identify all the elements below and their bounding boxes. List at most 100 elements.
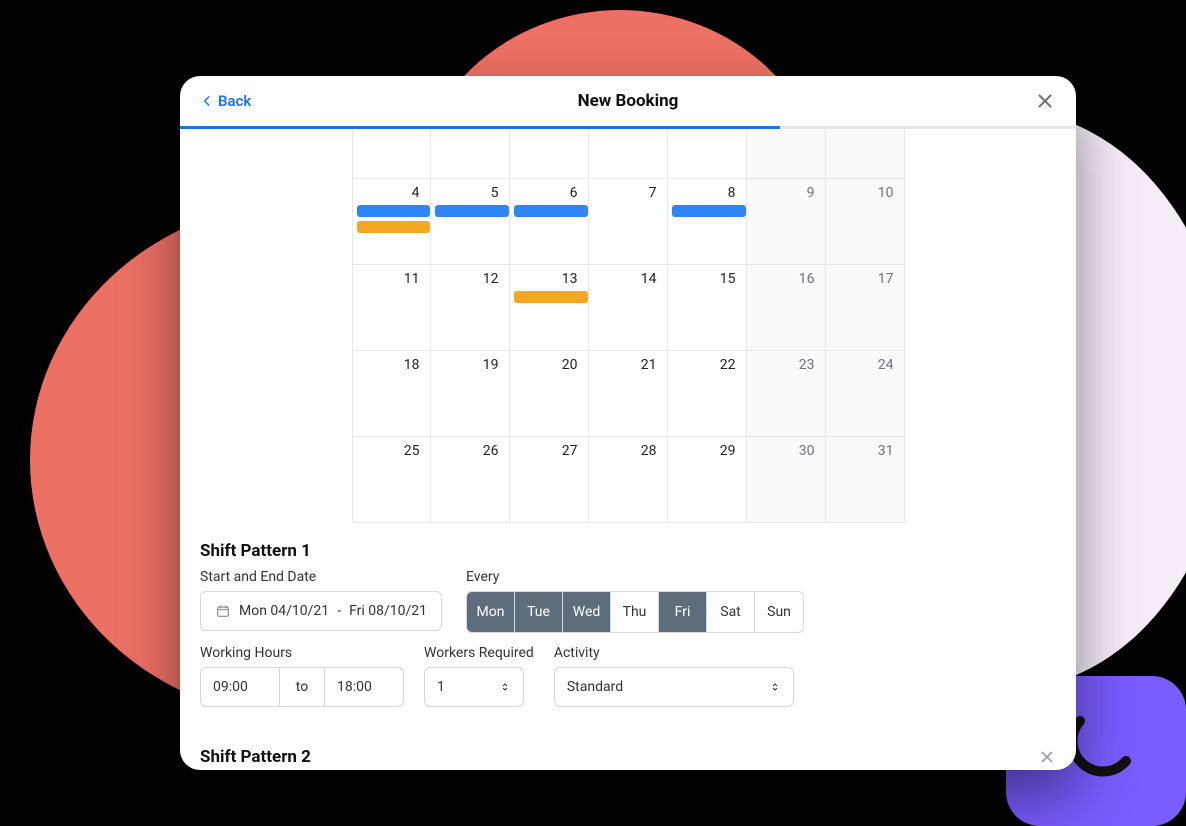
calendar-cell[interactable]: 15 [668, 265, 747, 351]
back-button[interactable]: Back [200, 92, 251, 110]
shift-pattern-2-title: Shift Pattern 2 [200, 747, 311, 767]
day-number: 18 [404, 357, 420, 373]
calendar-cell[interactable]: 21 [589, 351, 668, 437]
day-number: 21 [641, 357, 657, 373]
calendar-cell[interactable] [668, 129, 747, 179]
calendar-cell[interactable]: 18 [352, 351, 431, 437]
day-number: 7 [649, 185, 657, 201]
shift-pattern-1-title: Shift Pattern 1 [200, 541, 1056, 561]
day-number: 11 [404, 271, 420, 287]
remove-shift-pattern-2-button[interactable] [1038, 748, 1056, 766]
day-number: 5 [491, 185, 499, 201]
shift1-second-row: Working Hours 09:00 to 18:00 Workers Req… [200, 645, 1056, 707]
activity-value: Standard [567, 679, 623, 695]
activity-label: Activity [554, 645, 794, 661]
calendar-event-bar[interactable] [435, 205, 509, 217]
calendar-cell[interactable]: 22 [668, 351, 747, 437]
working-hours-field: Working Hours 09:00 to 18:00 [200, 645, 404, 707]
calendar-cell[interactable]: 20 [510, 351, 589, 437]
time-start-input[interactable]: 09:00 [200, 667, 280, 707]
calendar-cell[interactable]: 26 [431, 437, 510, 523]
day-number: 17 [878, 271, 894, 287]
calendar-cell[interactable]: 25 [352, 437, 431, 523]
day-toggle-wed[interactable]: Wed [563, 592, 611, 632]
calendar-cell[interactable] [589, 129, 668, 179]
day-number: 12 [483, 271, 499, 287]
close-icon [1034, 90, 1056, 112]
calendar-cell[interactable]: 9 [747, 179, 826, 265]
date-field: Start and End Date Mon 04/10/21 - Fri 08… [200, 569, 442, 633]
date-end: Fri 08/10/21 [349, 603, 427, 619]
back-button-label: Back [218, 92, 251, 110]
day-number: 10 [878, 185, 894, 201]
calendar-cell[interactable]: 10 [826, 179, 905, 265]
shift1-date-every-row: Start and End Date Mon 04/10/21 - Fri 08… [200, 569, 1056, 633]
close-button[interactable] [1034, 90, 1056, 112]
day-toggle-sun[interactable]: Sun [755, 592, 803, 632]
every-field: Every MonTueWedThuFriSatSun [466, 569, 804, 633]
calendar-cell[interactable]: 6 [510, 179, 589, 265]
modal-title: New Booking [578, 91, 679, 111]
calendar-cell[interactable] [510, 129, 589, 179]
day-toggle-mon[interactable]: Mon [467, 592, 515, 632]
modal-header: Back New Booking [180, 76, 1076, 126]
calendar-cell[interactable]: 19 [431, 351, 510, 437]
day-number: 19 [483, 357, 499, 373]
time-to-label: to [280, 667, 324, 707]
calendar-cell[interactable]: 14 [589, 265, 668, 351]
calendar-icon [215, 603, 231, 619]
calendar-event-bar[interactable] [357, 221, 430, 233]
calendar-cell[interactable]: 11 [352, 265, 431, 351]
calendar-grid: 4 5 6 7 8 9 10 11 12 13 14 15 16 17 18 19 20 21 22 23 24 2526… [352, 129, 905, 523]
day-toggle-thu[interactable]: Thu [611, 592, 659, 632]
workers-value: 1 [437, 679, 445, 695]
calendar-cell[interactable]: 5 [431, 179, 510, 265]
calendar-cell[interactable]: 31 [826, 437, 905, 523]
chevron-left-icon [200, 94, 214, 108]
day-number: 31 [878, 443, 894, 459]
day-number: 6 [570, 185, 578, 201]
day-toggle-sat[interactable]: Sat [707, 592, 755, 632]
date-label: Start and End Date [200, 569, 442, 585]
calendar-event-bar[interactable] [514, 205, 588, 217]
calendar-cell[interactable] [431, 129, 510, 179]
day-number: 24 [878, 357, 894, 373]
calendar-cell[interactable]: 23 [747, 351, 826, 437]
calendar-cell[interactable]: 7 [589, 179, 668, 265]
calendar-cell[interactable] [352, 129, 431, 179]
calendar-cell[interactable]: 17 [826, 265, 905, 351]
day-number: 23 [799, 357, 815, 373]
day-number: 15 [720, 271, 736, 287]
day-number: 9 [807, 185, 815, 201]
day-toggle-tue[interactable]: Tue [515, 592, 563, 632]
workers-field: Workers Required 1 [424, 645, 534, 707]
activity-select[interactable]: Standard [554, 667, 794, 707]
calendar-event-bar[interactable] [672, 205, 746, 217]
day-number: 28 [641, 443, 657, 459]
calendar-cell[interactable]: 12 [431, 265, 510, 351]
calendar-cell[interactable]: 27 [510, 437, 589, 523]
calendar-cell[interactable]: 13 [510, 265, 589, 351]
calendar-cell[interactable]: 4 [352, 179, 431, 265]
calendar-cell[interactable] [747, 129, 826, 179]
calendar-event-bar[interactable] [357, 205, 430, 217]
calendar-cell[interactable]: 28 [589, 437, 668, 523]
day-toggle-fri[interactable]: Fri [659, 592, 707, 632]
day-number: 27 [562, 443, 578, 459]
workers-select[interactable]: 1 [424, 667, 524, 707]
close-icon [1038, 748, 1056, 766]
day-number: 29 [720, 443, 736, 459]
day-number: 8 [728, 185, 736, 201]
calendar-cell[interactable] [826, 129, 905, 179]
calendar-cell[interactable]: 29 [668, 437, 747, 523]
day-number: 13 [562, 271, 578, 287]
calendar-cell[interactable]: 30 [747, 437, 826, 523]
date-picker[interactable]: Mon 04/10/21 - Fri 08/10/21 [200, 591, 442, 631]
calendar-event-bar[interactable] [514, 291, 588, 303]
time-end-input[interactable]: 18:00 [324, 667, 404, 707]
modal-body: 4 5 6 7 8 9 10 11 12 13 14 15 16 17 18 19 20 21 22 23 24 2526… [180, 129, 1076, 770]
day-number: 16 [799, 271, 815, 287]
calendar-cell[interactable]: 24 [826, 351, 905, 437]
calendar-cell[interactable]: 8 [668, 179, 747, 265]
calendar-cell[interactable]: 16 [747, 265, 826, 351]
